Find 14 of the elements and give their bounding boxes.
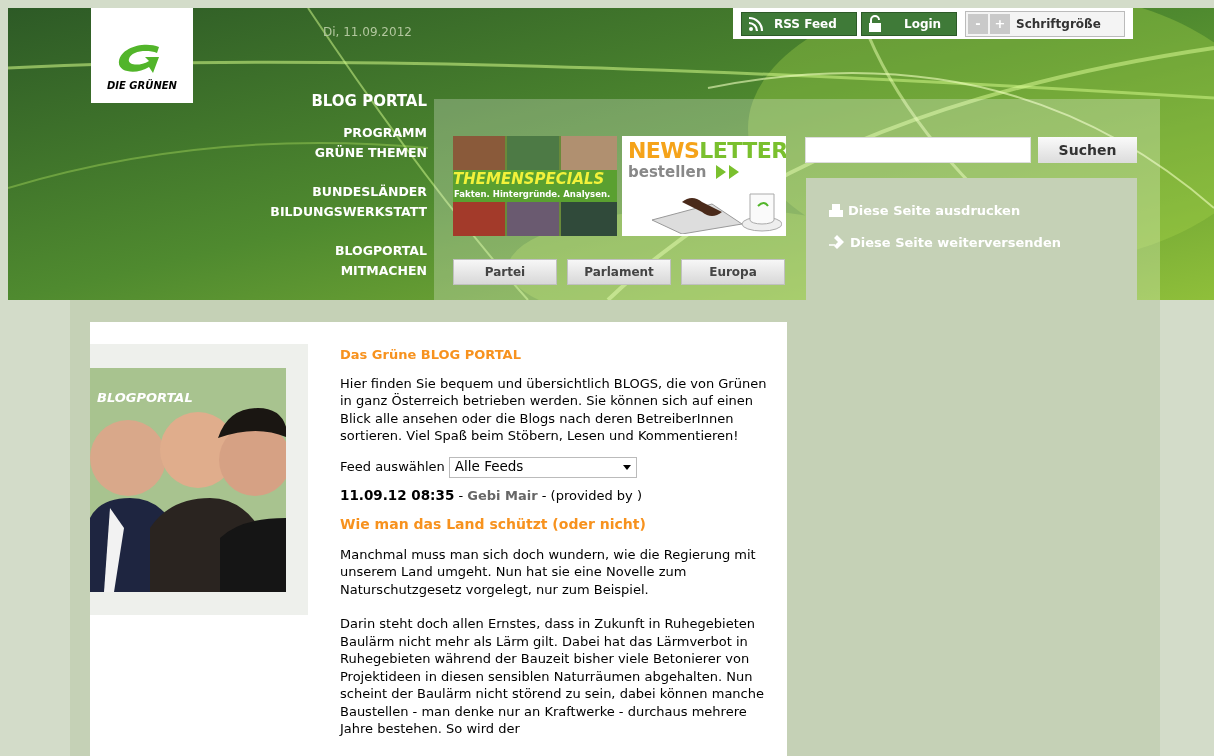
caret-icon xyxy=(622,464,631,470)
post-paragraph: Manchmal muss man sich doch wundern, wie die Regierung mit unserem Land umgeht. Nun hat sie eine Novelle zum Naturschutzgesetz vorgelegt, nur zum Beispiel. xyxy=(340,545,757,598)
post-paragraph: Darin steht doch allen Ernstes, dass in Zukunft in Ruhegebieten Baulärm nicht mehr als Lärm gilt. Dabei hat das Lärmverbot in Ruhegebieten während der Bauzeit bisher viele Betonierer von Projektideen in diesen sensiblen Naturräumen abgehalten. Nun scheint der Baulärm nicht störend zu sein, dabei können manche Baustellen - man denke nur an Kraftwerke - durchaus mehrere Jahre bestehen. So wird der xyxy=(340,615,765,738)
section-heading: Das Grüne BLOG PORTAL xyxy=(340,346,522,364)
photo-caption: BLOGPORTAL xyxy=(97,389,193,407)
post-date: 11.09.12 08:35 xyxy=(340,486,455,504)
feed-label: Feed auswählen xyxy=(340,458,445,476)
separator-text: - xyxy=(457,486,465,504)
source-text: (provided by ) xyxy=(550,486,643,504)
post-title: Wie man das Land schützt (oder nicht) xyxy=(340,516,647,534)
author-link[interactable]: Gebi Mair xyxy=(467,486,538,504)
feed-dropdown[interactable]: Alle Feeds xyxy=(448,456,637,478)
intro-paragraph: Hier finden Sie bequem und übersichtlich BLOGS, die von Grünen in ganz Österreich betrieben werden. Sie können sich auf einen Blick alle ansehen oder die Blogs nach deren BetreiberInnen sortieren. Viel Spaß beim Stöbern, Lesen und Kommentieren! xyxy=(340,374,768,445)
separator-text: - xyxy=(540,486,548,504)
